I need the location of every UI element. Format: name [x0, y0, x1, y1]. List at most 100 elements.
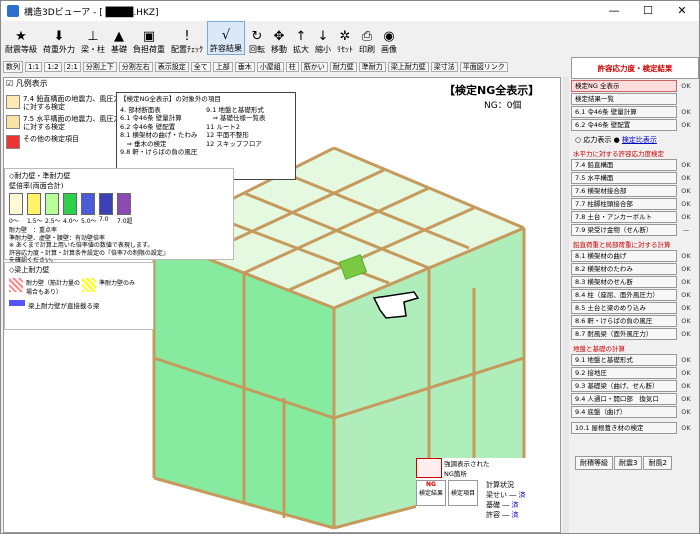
view-toggle-7[interactable]: 上部 — [212, 62, 233, 72]
horizontal-button-5[interactable]: 7.9 梁受け金物（せん断） — [571, 224, 677, 236]
toolbar-button-8[interactable]: ✥ 移動 — [269, 21, 289, 55]
maximize-button[interactable]: ☐ — [631, 1, 665, 21]
legend-item-1: 7.5 水平構面の地震力、風圧力に対する検定 — [6, 115, 126, 131]
rate-tick-1: 1.5〜 — [27, 218, 43, 225]
toolbar-button-11[interactable]: ✲ ﾘｾｯﾄ — [335, 21, 355, 55]
toolbar-button-5[interactable]: ! 配置ﾁｪｯｸ — [169, 21, 205, 55]
bottom-tab-2[interactable]: 耐風2 — [643, 456, 672, 470]
view-toggle-8[interactable]: 垂木 — [234, 62, 255, 72]
top-button-1[interactable]: 検定結果一覧 — [571, 93, 677, 105]
vertical-button-6[interactable]: 8.7 耐風梁（面外風圧力） — [571, 328, 677, 340]
close-button[interactable]: ✕ — [665, 1, 699, 21]
window-title: 構造3Dビューア - [ ████.HKZ] — [24, 7, 159, 18]
toolbar-button-9[interactable]: ↑ 拡大 — [291, 21, 311, 55]
foundation-button-4[interactable]: 9.4 底盤（曲げ） — [571, 406, 677, 418]
toolbar-button-2[interactable]: ⊥ 梁・柱 — [79, 21, 107, 55]
view-toggle-15[interactable]: 梁寸法 — [430, 62, 458, 72]
foundation-button-1[interactable]: 9.2 接地圧 — [571, 367, 677, 379]
view-toggle-11[interactable]: 筋かい — [300, 62, 328, 72]
view-toggle-3[interactable]: 分割上下 — [82, 62, 117, 72]
roof-check-button[interactable]: 10.1 屋根葺き材の検定 — [571, 422, 677, 434]
rate-cell-0 — [9, 193, 23, 215]
toolbar-button-1[interactable]: ⬇ 荷重外力 — [41, 21, 77, 55]
legend: ☑ 凡例表示 7.4 鉛直構面の地震力、風圧力に対する検定 7.5 水平構面の地震… — [6, 78, 126, 153]
bearing-wall-legend: ◇耐力壁・準耐力壁 壁倍率(両面合計) 0〜 1.5〜 2.5〜 4.0〜 5.0〜 7.… — [4, 168, 234, 264]
rate-cell-3 — [63, 193, 77, 215]
toolbar-button-0[interactable]: ★ 耐震等級 — [3, 21, 39, 55]
display-mode-radios[interactable]: ○ 応力表示 ● 検定比表示 — [571, 135, 699, 145]
calc-row-label-2: 許容 ― — [486, 511, 512, 519]
beam-wall-title: ◇梁上耐力壁 — [9, 266, 50, 274]
top-button-2[interactable]: 6.1 令46条 壁量計算 — [571, 106, 677, 118]
ng-col2-item-3: 12 平面不整形 — [206, 131, 249, 139]
ng-col2-item-1: ⇒ 基礎仕様一覧表 — [206, 114, 266, 122]
panel-note-2: ※ あくまで計算上用いた倍率値の数値で表現します。 — [9, 242, 154, 249]
foundation-row-0: 9.1 地盤と基礎形式 OK — [571, 354, 699, 366]
top-button-3[interactable]: 6.2 令46条 壁配置 — [571, 119, 677, 131]
foundation-button-3[interactable]: 9.4 人通口・開口部 換気口 — [571, 393, 677, 405]
vertical-button-4[interactable]: 8.5 土台と梁のめり込み — [571, 302, 677, 314]
bottom-tab-0[interactable]: 耐積等級 — [575, 456, 613, 470]
toolbar-icon-3: ▲ — [114, 29, 124, 44]
top-button-0[interactable]: 検定NG 全表示 — [571, 80, 677, 92]
view-toggle-9[interactable]: 小屋組 — [256, 62, 284, 72]
view-toggle-10[interactable]: 柱 — [285, 62, 299, 72]
toolbar-button-12[interactable]: ⎙ 印刷 — [357, 21, 377, 55]
vertical-ok-0: OK — [681, 252, 691, 260]
calc-row-value-2: 済 — [511, 511, 519, 519]
horizontal-button-3[interactable]: 7.7 柱脚柱頭接合部 — [571, 198, 677, 210]
horizontal-button-4[interactable]: 7.8 土台・アンカーボルト — [571, 211, 677, 223]
toolbar2-left-label: 数列 — [3, 61, 23, 73]
view-toggle-6[interactable]: 全て — [190, 62, 211, 72]
toolbar-label-10: 縮小 — [315, 45, 331, 54]
vertical-button-2[interactable]: 8.3 横架材のせん断 — [571, 276, 677, 288]
horizontal-button-2[interactable]: 7.6 横架材接合部 — [571, 185, 677, 197]
toolbar-icon-2: ⊥ — [87, 29, 99, 44]
horizontal-ok-4: OK — [681, 213, 691, 221]
foundation-button-0[interactable]: 9.1 地盤と基礎形式 — [571, 354, 677, 366]
vertical-button-5[interactable]: 8.6 軒・けらばの負の風圧 — [571, 315, 677, 327]
horizontal-row-3: 7.7 柱脚柱頭接合部 OK — [571, 198, 699, 210]
minimize-button[interactable]: — — [597, 1, 631, 21]
horizontal-button-0[interactable]: 7.4 鉛直構面 — [571, 159, 677, 171]
view-toggle-14[interactable]: 梁上耐力壁 — [387, 62, 429, 72]
beam-wall-legend: ◇梁上耐力壁 耐力壁（筋計力量の場合もあり） 準耐力壁のみ 梁上耐力壁が直接載る… — [4, 262, 154, 330]
vertical-button-3[interactable]: 8.4 柱（座屈、面外風圧力） — [571, 289, 677, 301]
legend-checkbox-icon[interactable]: ☑ — [6, 79, 13, 88]
vertical-button-0[interactable]: 8.1 横架材の曲げ — [571, 250, 677, 262]
view-toggle-1[interactable]: 1:2 — [44, 62, 62, 72]
toolbar-button-10[interactable]: ↓ 縮小 — [313, 21, 333, 55]
ng-result-button[interactable]: NG 検定結果 — [416, 480, 446, 506]
view-toggle-12[interactable]: 耐力壁 — [329, 62, 357, 72]
horizontal-row-2: 7.6 横架材接合部 OK — [571, 185, 699, 197]
toolbar-icon-12: ⎙ — [361, 29, 373, 44]
toolbar-label-8: 移動 — [271, 45, 287, 54]
toolbar-button-7[interactable]: ↻ 回転 — [247, 21, 267, 55]
ng-col2-item-4: 12 スキップフロア — [206, 139, 262, 148]
vertical-button-1[interactable]: 8.2 横架材のたわみ — [571, 263, 677, 275]
vertical-ok-6: OK — [681, 330, 691, 338]
toolbar-icon-13: ◉ — [383, 29, 395, 44]
toolbar-button-3[interactable]: ▲ 基礎 — [109, 21, 129, 55]
view-toggle-13[interactable]: 準耐力 — [358, 62, 386, 72]
toolbar-icon-8: ✥ — [273, 29, 285, 44]
calc-row-label-0: 梁せい ― — [486, 491, 519, 499]
view-toggle-4[interactable]: 分割左右 — [118, 62, 153, 72]
view-toggle-5[interactable]: 表示設定 — [154, 62, 189, 72]
legend-swatch-0 — [6, 95, 20, 109]
ng-col2-item-0: 9.1 地盤と基礎形式 — [206, 105, 264, 114]
horizontal-button-1[interactable]: 7.5 水平構面 — [571, 172, 677, 184]
view-toggle-2[interactable]: 2:1 — [63, 62, 81, 72]
bottom-tab-1[interactable]: 耐震3 — [614, 456, 643, 470]
radio-ratio: 検定比表示 — [621, 136, 657, 144]
toolbar-button-13[interactable]: ◉ 画像 — [379, 21, 399, 55]
view-toggle-0[interactable]: 1:1 — [25, 62, 43, 72]
test-item-button[interactable]: 検定項目 — [448, 480, 478, 506]
3d-viewport[interactable]: ☑ 凡例表示 7.4 鉛直構面の地震力、風圧力に対する検定 7.5 水平構面の地震… — [3, 77, 561, 533]
toolbar-button-6[interactable]: √ 許容結果 — [207, 21, 245, 55]
top-row-3: 6.2 令46条 壁配置 OK — [571, 119, 699, 131]
toolbar-button-4[interactable]: ▣ 負担荷重 — [131, 21, 167, 55]
panel-splitter[interactable] — [563, 77, 569, 533]
view-toggle-16[interactable]: 平面図リンク — [459, 62, 508, 72]
foundation-button-2[interactable]: 9.3 基礎梁（曲げ、せん断） — [571, 380, 677, 392]
